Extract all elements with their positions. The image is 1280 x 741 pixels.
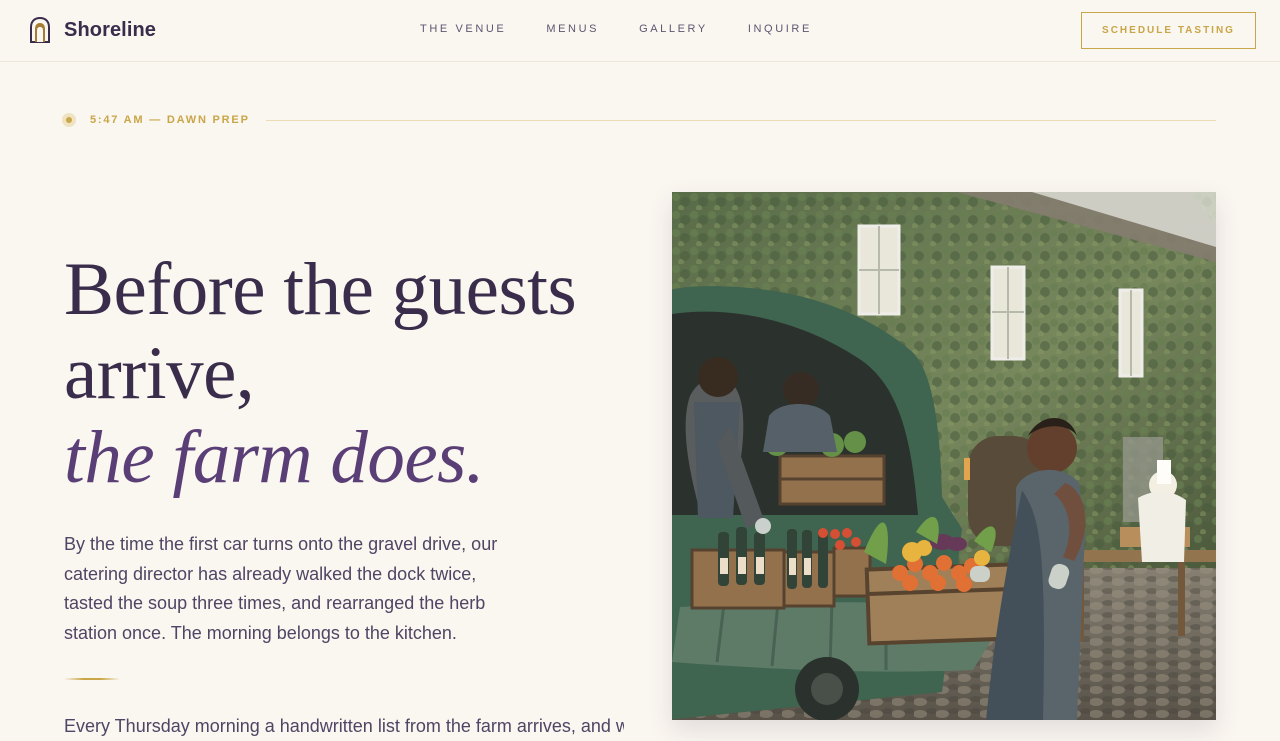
arch-logo-icon <box>30 16 50 43</box>
nav-link-venue[interactable]: THE VENUE <box>420 23 506 35</box>
time-marker: 5:47 AM — DAWN PREP <box>62 112 1216 128</box>
gold-divider <box>64 678 120 680</box>
time-label: 5:47 AM — DAWN PREP <box>90 114 250 126</box>
nav-link-menus[interactable]: MENUS <box>546 23 599 35</box>
primary-nav: THE VENUE MENUS GALLERY INQUIRE <box>420 23 812 35</box>
timeline-divider <box>265 119 1216 121</box>
hero-description: By the time the first car turns onto the… <box>64 534 498 643</box>
heading-line-1: Before the guests <box>64 248 577 331</box>
heading-line-2: arrive, <box>64 332 255 415</box>
schedule-tasting-button[interactable]: SCHEDULE TASTING <box>1081 12 1256 49</box>
photo-illustration <box>672 192 1216 720</box>
farm-delivery-photo <box>672 192 1216 720</box>
nav-link-gallery[interactable]: GALLERY <box>639 23 708 35</box>
nav-link-inquire[interactable]: INQUIRE <box>748 23 812 35</box>
site-header: Shoreline THE VENUE MENUS GALLERY INQUIR… <box>0 0 1280 62</box>
brand[interactable]: Shoreline <box>28 16 156 44</box>
brand-name: Shoreline <box>64 18 157 41</box>
time-dot-icon <box>62 113 76 127</box>
heading-accent: the farm does. <box>64 416 485 499</box>
hero-heading: Before the guests arrive, the farm does. <box>64 248 644 500</box>
following-paragraph: Every Thursday morning a handwritten lis… <box>64 716 624 736</box>
